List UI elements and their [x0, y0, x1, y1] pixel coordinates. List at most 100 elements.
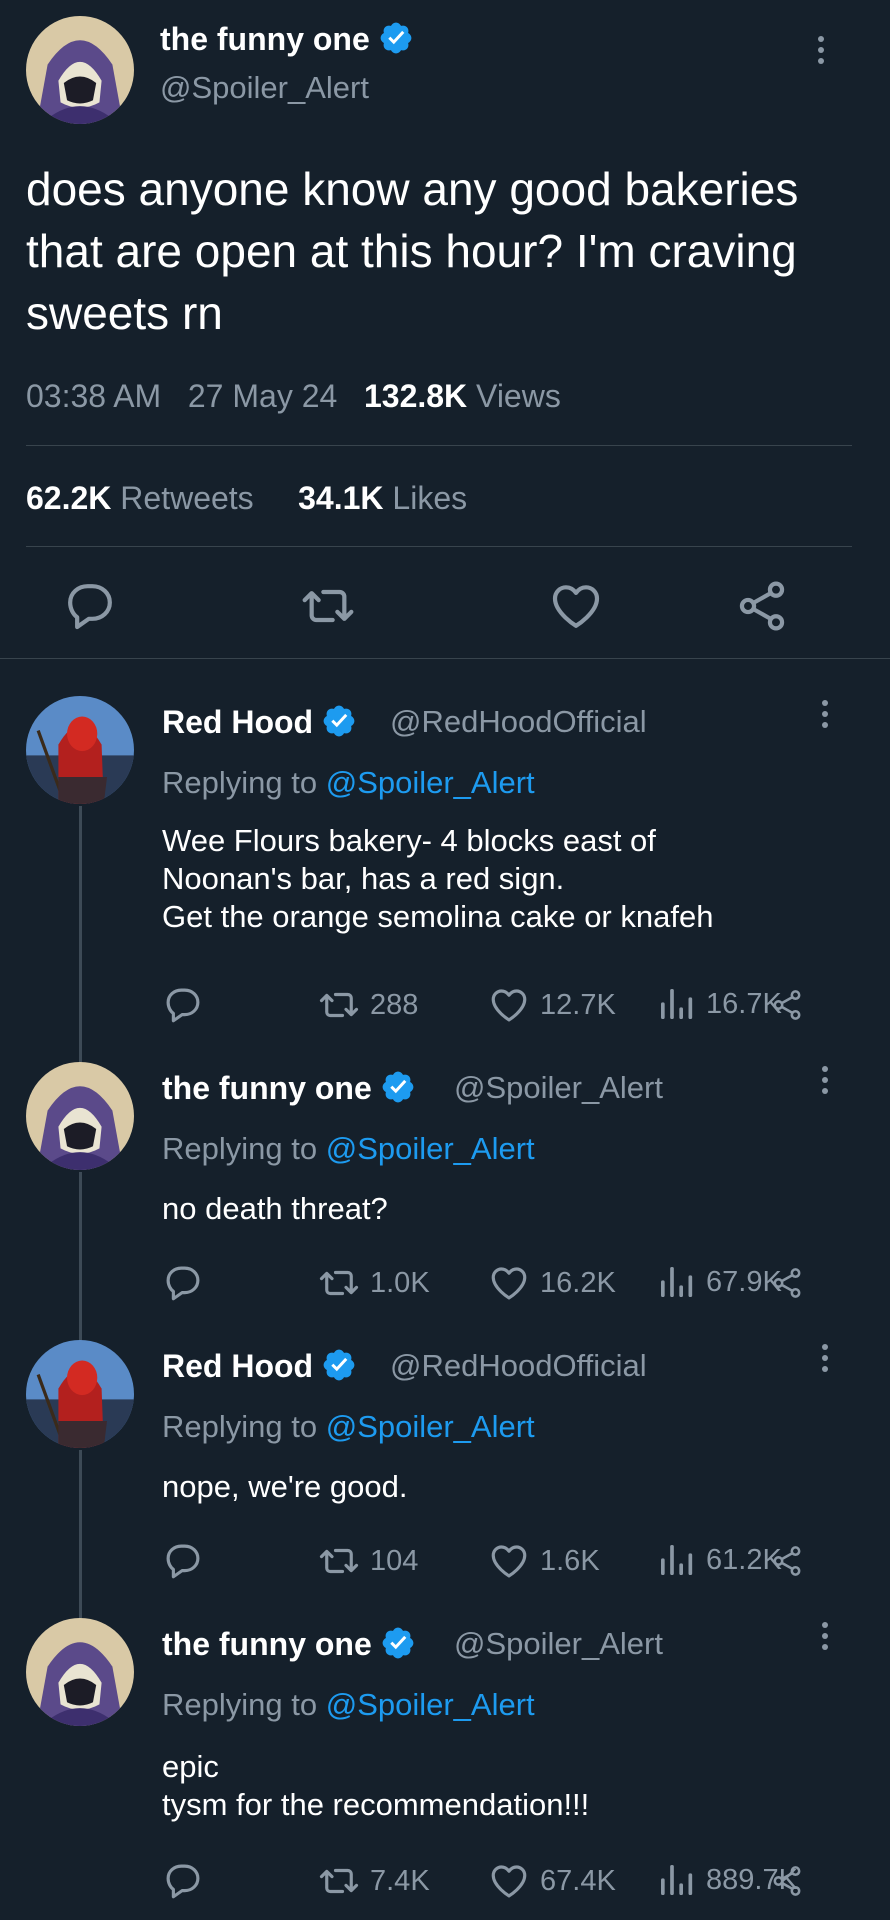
- like-count: 67.4K: [540, 1864, 616, 1897]
- divider: [26, 445, 852, 446]
- reply-icon[interactable]: [162, 1860, 204, 1902]
- replying-to: Replying to @Spoiler_Alert: [162, 765, 535, 801]
- views-icon: [656, 1860, 696, 1900]
- like-button[interactable]: 1.6K: [488, 1540, 600, 1582]
- views-button[interactable]: 67.9K: [656, 1262, 782, 1302]
- retweet-count: 288: [370, 988, 419, 1021]
- replying-to-handle[interactable]: @Spoiler_Alert: [326, 1131, 535, 1166]
- avatar[interactable]: [26, 1340, 134, 1448]
- retweet-button[interactable]: 104: [318, 1540, 418, 1582]
- likes-count: 34.1K: [298, 480, 384, 516]
- retweet-count: 104: [370, 1544, 419, 1577]
- reply-icon[interactable]: [162, 984, 204, 1026]
- share-icon[interactable]: [770, 1544, 804, 1578]
- avatar-image: [26, 696, 134, 804]
- retweet-button[interactable]: 7.4K: [318, 1860, 430, 1902]
- avatar-image: [26, 1618, 134, 1726]
- retweets-stat[interactable]: 62.2K Retweets: [26, 480, 254, 516]
- replying-prefix: Replying to: [162, 1687, 318, 1722]
- retweets-label: Retweets: [120, 480, 254, 516]
- replying-to: Replying to @Spoiler_Alert: [162, 1131, 535, 1167]
- retweet-icon: [318, 1262, 360, 1304]
- retweet-button[interactable]: 1.0K: [318, 1262, 430, 1304]
- author-name-row[interactable]: the funny one: [160, 20, 414, 58]
- thread-line: [79, 1450, 82, 1620]
- tweet-meta: 03:38 AM 27 May 24 132.8K Views: [26, 378, 561, 415]
- retweet-button[interactable]: 288: [318, 984, 418, 1026]
- verified-badge-icon: [321, 1347, 357, 1383]
- replying-to-handle[interactable]: @Spoiler_Alert: [326, 1687, 535, 1722]
- author-name-row[interactable]: the funny one: [162, 1625, 416, 1663]
- verified-badge-icon: [378, 20, 414, 56]
- more-icon[interactable]: [822, 1622, 830, 1655]
- author-handle[interactable]: @RedHoodOfficial: [390, 1348, 647, 1384]
- author-name[interactable]: the funny one: [162, 1070, 372, 1106]
- avatar[interactable]: [26, 1618, 134, 1726]
- like-count: 12.7K: [540, 988, 616, 1021]
- author-name[interactable]: Red Hood: [162, 1348, 313, 1384]
- views-icon: [656, 1262, 696, 1302]
- reply-icon[interactable]: [162, 1540, 204, 1582]
- like-count: 16.2K: [540, 1266, 616, 1299]
- share-icon[interactable]: [770, 1266, 804, 1300]
- views-icon: [656, 1540, 696, 1580]
- retweet-icon: [318, 984, 360, 1026]
- share-icon[interactable]: [770, 988, 804, 1022]
- author-name[interactable]: Red Hood: [162, 704, 313, 740]
- like-button[interactable]: 12.7K: [488, 984, 616, 1026]
- more-icon[interactable]: [822, 1066, 830, 1099]
- avatar-image: [26, 1062, 134, 1170]
- views-icon: [656, 984, 696, 1024]
- share-icon[interactable]: [770, 1864, 804, 1898]
- replying-to: Replying to @Spoiler_Alert: [162, 1409, 535, 1445]
- author-handle[interactable]: @Spoiler_Alert: [160, 70, 369, 106]
- share-icon[interactable]: [734, 578, 790, 634]
- like-button[interactable]: 16.2K: [488, 1262, 616, 1304]
- author-name-row[interactable]: Red Hood: [162, 703, 357, 741]
- views-button[interactable]: 61.2K: [656, 1540, 782, 1580]
- like-icon: [488, 1540, 530, 1582]
- more-icon[interactable]: [818, 36, 826, 69]
- replying-to-handle[interactable]: @Spoiler_Alert: [326, 765, 535, 800]
- reply-icon[interactable]: [62, 578, 118, 634]
- like-button[interactable]: 67.4K: [488, 1860, 616, 1902]
- like-icon: [488, 1262, 530, 1304]
- likes-stat[interactable]: 34.1K Likes: [298, 480, 467, 516]
- replying-to-handle[interactable]: @Spoiler_Alert: [326, 1409, 535, 1444]
- retweet-icon: [318, 1540, 360, 1582]
- author-name[interactable]: the funny one: [160, 21, 370, 57]
- like-count: 1.6K: [540, 1544, 600, 1577]
- like-icon[interactable]: [548, 578, 604, 634]
- replying-prefix: Replying to: [162, 1131, 318, 1166]
- author-handle[interactable]: @Spoiler_Alert: [454, 1070, 663, 1106]
- views-label: Views: [476, 378, 561, 414]
- avatar[interactable]: [26, 696, 134, 804]
- retweet-icon[interactable]: [300, 578, 356, 634]
- author-handle[interactable]: @RedHoodOfficial: [390, 704, 647, 740]
- views-button[interactable]: 16.7K: [656, 984, 782, 1024]
- reply-text: nope, we're good.: [162, 1469, 408, 1504]
- divider: [26, 546, 852, 547]
- retweet-count: 7.4K: [370, 1864, 430, 1897]
- thread-line: [79, 1172, 82, 1342]
- retweet-count: 1.0K: [370, 1266, 430, 1299]
- author-handle[interactable]: @Spoiler_Alert: [454, 1626, 663, 1662]
- author-name[interactable]: the funny one: [162, 1626, 372, 1662]
- reply-text: Wee Flours bakery- 4 blocks east of Noon…: [162, 823, 714, 934]
- avatar[interactable]: [26, 16, 134, 124]
- replying-to: Replying to @Spoiler_Alert: [162, 1687, 535, 1723]
- avatar-image: [26, 16, 134, 124]
- verified-badge-icon: [380, 1625, 416, 1661]
- avatar-image: [26, 1340, 134, 1448]
- reply-text: no death threat?: [162, 1191, 388, 1226]
- replying-prefix: Replying to: [162, 1409, 318, 1444]
- likes-label: Likes: [392, 480, 468, 516]
- avatar[interactable]: [26, 1062, 134, 1170]
- author-name-row[interactable]: Red Hood: [162, 1347, 357, 1385]
- more-icon[interactable]: [822, 1344, 830, 1377]
- views-count: 132.8K: [363, 378, 468, 414]
- reply-icon[interactable]: [162, 1262, 204, 1304]
- more-icon[interactable]: [822, 700, 830, 733]
- author-name-row[interactable]: the funny one: [162, 1069, 416, 1107]
- retweet-icon: [318, 1860, 360, 1902]
